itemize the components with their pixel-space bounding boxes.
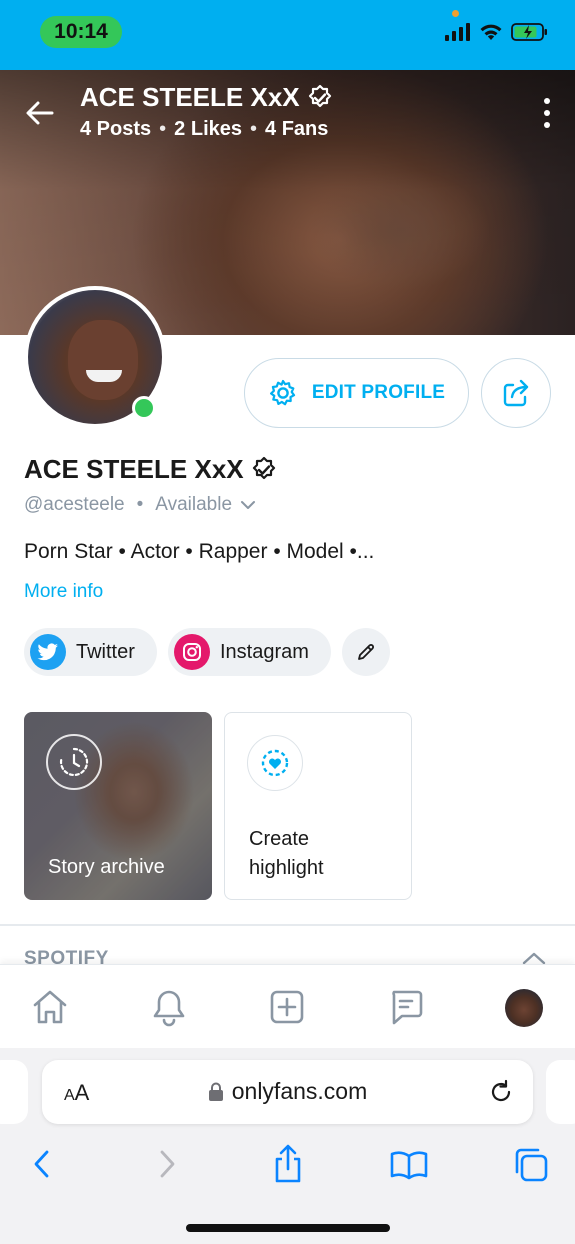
bottom-navigation [0,964,575,1048]
cover-profile-name: ACE STEELE XxX [80,82,334,113]
twitter-label: Twitter [76,640,135,663]
verified-icon [252,456,275,479]
pencil-icon [358,644,374,660]
verified-icon [308,84,331,107]
section-divider [0,924,575,926]
mic-indicator-dot [452,10,459,17]
messages-icon[interactable] [384,985,428,1029]
twitter-link[interactable]: Twitter [24,628,157,676]
instagram-link[interactable]: Instagram [168,628,331,676]
url-text: onlyfans.com [231,1078,368,1104]
browser-back-icon[interactable] [22,1144,62,1184]
spotify-section-title: SPOTIFY [24,948,109,965]
address-bar[interactable]: AA onlyfans.com [42,1060,533,1124]
heart-circle-icon [247,735,303,791]
next-tab-edge[interactable] [546,1060,575,1124]
twitter-icon [30,634,66,670]
online-status-dot [132,396,156,420]
status-bar: 10:14 [0,0,575,70]
browser-forward-icon[interactable] [147,1144,187,1184]
cover-name-text: ACE STEELE XxX [80,82,300,112]
fans-count: 4 Fans [265,118,329,140]
battery-charging-icon [511,23,547,41]
profile-handle: @acesteele [24,494,125,515]
home-indicator [186,1224,390,1232]
profile-name-text: ACE STEELE XxX [24,454,244,484]
wifi-icon [480,24,502,40]
status-icons [445,22,549,42]
add-post-icon[interactable] [265,985,309,1029]
status-time: 10:14 [40,16,122,48]
instagram-label: Instagram [220,640,309,663]
bell-icon[interactable] [147,985,191,1029]
posts-count: 4 Posts [80,118,152,140]
story-archive-label: Story archive [48,856,165,878]
likes-count: 2 Likes [174,118,242,140]
lock-icon [208,1082,223,1101]
bookmarks-icon[interactable] [389,1144,429,1184]
tabs-icon[interactable] [510,1144,550,1184]
more-options-icon[interactable] [541,98,553,128]
availability-dropdown[interactable]: Available [155,494,256,516]
profile-name: ACE STEELE XxX [24,454,278,485]
browser-share-icon[interactable] [268,1144,308,1184]
separator-dot: • [250,118,258,140]
url-display[interactable]: onlyfans.com [42,1078,533,1105]
story-archive-icon [46,734,102,790]
signal-icon [445,23,470,41]
create-highlight-label: Create highlight [249,828,324,879]
avatar-face-shape [68,320,138,400]
reload-icon[interactable] [487,1078,515,1106]
separator-dot: • [136,494,144,515]
back-arrow-icon[interactable] [22,95,58,131]
instagram-icon [174,634,210,670]
more-info-link[interactable]: More info [24,581,103,603]
edit-profile-label: EDIT PROFILE [311,382,446,403]
edit-profile-button[interactable]: EDIT PROFILE [244,358,469,428]
story-archive-card[interactable]: Story archive [24,712,212,900]
profile-bio: Porn Star • Actor • Rapper • Model •... [24,540,375,563]
cover-stats: 4 Posts • 2 Likes • 4 Fans [80,118,328,141]
home-icon[interactable] [28,985,72,1029]
gear-icon [269,379,295,406]
availability-label: Available [155,494,233,515]
profile-avatar[interactable] [505,989,543,1027]
create-highlight-card[interactable]: Create highlight [224,712,412,900]
previous-tab-edge[interactable] [0,1060,28,1124]
edit-links-button[interactable] [342,628,390,676]
browser-toolbar: AA onlyfans.com [0,1048,575,1244]
chevron-down-icon [241,501,256,509]
handle-row: @acesteele • Available [24,494,256,516]
share-profile-button[interactable] [481,358,551,428]
share-icon [503,379,529,407]
separator-dot: • [159,118,167,140]
